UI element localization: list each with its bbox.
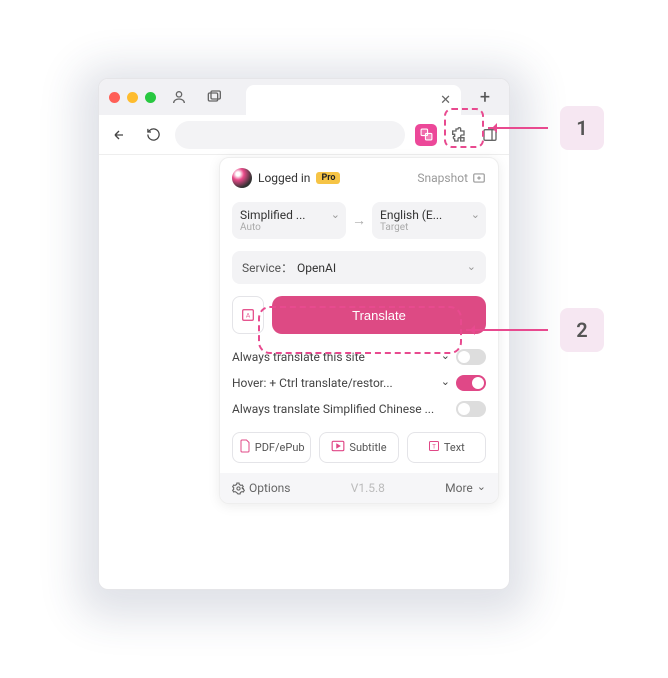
tabs-overview-icon[interactable] <box>202 86 228 108</box>
logged-in-label: Logged in <box>258 171 310 185</box>
traffic-lights <box>109 92 156 103</box>
svg-text:A: A <box>246 312 251 320</box>
profile-icon[interactable] <box>166 86 192 108</box>
translate-row: A Translate <box>220 292 498 344</box>
source-language-select[interactable]: Simplified ... Auto <box>232 202 346 239</box>
popup-header: Logged in Pro Snapshot <box>220 158 498 198</box>
minimize-window-button[interactable] <box>127 92 138 103</box>
gear-icon <box>232 482 245 495</box>
arrow-right-icon: → <box>352 212 366 229</box>
chevron-down-icon <box>441 376 450 390</box>
callout-number-2: 2 <box>560 308 604 352</box>
extensions-icon[interactable] <box>447 124 469 146</box>
utility-row: PDF/ePub Subtitle T Text <box>220 422 498 473</box>
text-label: Text <box>444 441 465 454</box>
pdf-epub-button[interactable]: PDF/ePub <box>232 432 311 463</box>
extension-popup: Logged in Pro Snapshot Simplified ... Au… <box>219 157 499 504</box>
callout-number-1: 1 <box>560 106 604 150</box>
hover-translate-toggle[interactable] <box>456 375 486 391</box>
chevron-down-icon <box>331 210 340 223</box>
popup-footer: Options V1.5.8 More <box>220 473 498 503</box>
file-icon <box>239 439 251 456</box>
always-translate-site-row[interactable]: Always translate this site <box>220 344 498 370</box>
subtitle-label: Subtitle <box>349 441 386 454</box>
svg-text:T: T <box>432 444 436 451</box>
title-bar: ✕ + <box>99 79 509 115</box>
pdf-epub-label: PDF/ePub <box>255 441 305 454</box>
service-label: Service： <box>242 259 293 276</box>
avatar[interactable] <box>232 168 252 188</box>
close-tab-icon[interactable]: ✕ <box>440 93 451 108</box>
target-language-sub: Target <box>380 222 478 233</box>
language-row: Simplified ... Auto → English (E... Targ… <box>220 198 498 247</box>
options-label: Options <box>249 481 291 495</box>
maximize-window-button[interactable] <box>145 92 156 103</box>
more-label: More <box>445 481 473 495</box>
always-translate-language-toggle[interactable] <box>456 401 486 417</box>
snapshot-button[interactable]: Snapshot <box>417 171 486 185</box>
browser-toolbar <box>99 115 509 155</box>
video-icon <box>331 440 345 455</box>
always-translate-site-toggle[interactable] <box>456 349 486 365</box>
always-translate-language-row[interactable]: Always translate Simplified Chinese ... <box>220 396 498 422</box>
snapshot-label: Snapshot <box>417 171 468 185</box>
chevron-down-icon <box>441 350 450 364</box>
target-language-label: English (E... <box>380 208 478 222</box>
options-button[interactable]: Options <box>232 481 291 495</box>
hover-translate-row[interactable]: Hover: + Ctrl translate/restor... <box>220 370 498 396</box>
subtitle-button[interactable]: Subtitle <box>319 432 398 463</box>
more-button[interactable]: More <box>445 481 486 495</box>
browser-tab[interactable]: ✕ <box>246 85 461 115</box>
service-value: OpenAI <box>297 261 336 275</box>
close-window-button[interactable] <box>109 92 120 103</box>
reload-button[interactable] <box>141 123 165 147</box>
chevron-down-icon <box>471 210 480 223</box>
translate-extension-icon[interactable] <box>415 124 437 146</box>
version-label: V1.5.8 <box>351 481 385 495</box>
arrow-2 <box>466 329 548 331</box>
browser-window: ✕ + Logged in Pro Snapshot <box>98 78 510 590</box>
arrow-1 <box>488 127 548 129</box>
text-icon: T <box>428 440 440 455</box>
hover-translate-label: Hover: + Ctrl translate/restor... <box>232 376 435 390</box>
new-tab-button[interactable]: + <box>471 87 499 108</box>
chevron-down-icon <box>477 481 486 495</box>
chevron-down-icon <box>467 261 476 275</box>
pro-badge: Pro <box>316 172 340 184</box>
target-language-select[interactable]: English (E... Target <box>372 202 486 239</box>
source-language-label: Simplified ... <box>240 208 338 222</box>
service-select[interactable]: Service： OpenAI <box>232 251 486 284</box>
translate-mode-button[interactable]: A <box>232 296 264 334</box>
text-button[interactable]: T Text <box>407 432 486 463</box>
always-translate-site-label: Always translate this site <box>232 350 435 364</box>
back-button[interactable] <box>107 123 131 147</box>
translate-button[interactable]: Translate <box>272 296 486 334</box>
address-bar[interactable] <box>175 121 405 149</box>
source-language-sub: Auto <box>240 222 338 233</box>
always-translate-language-label: Always translate Simplified Chinese ... <box>232 402 450 416</box>
